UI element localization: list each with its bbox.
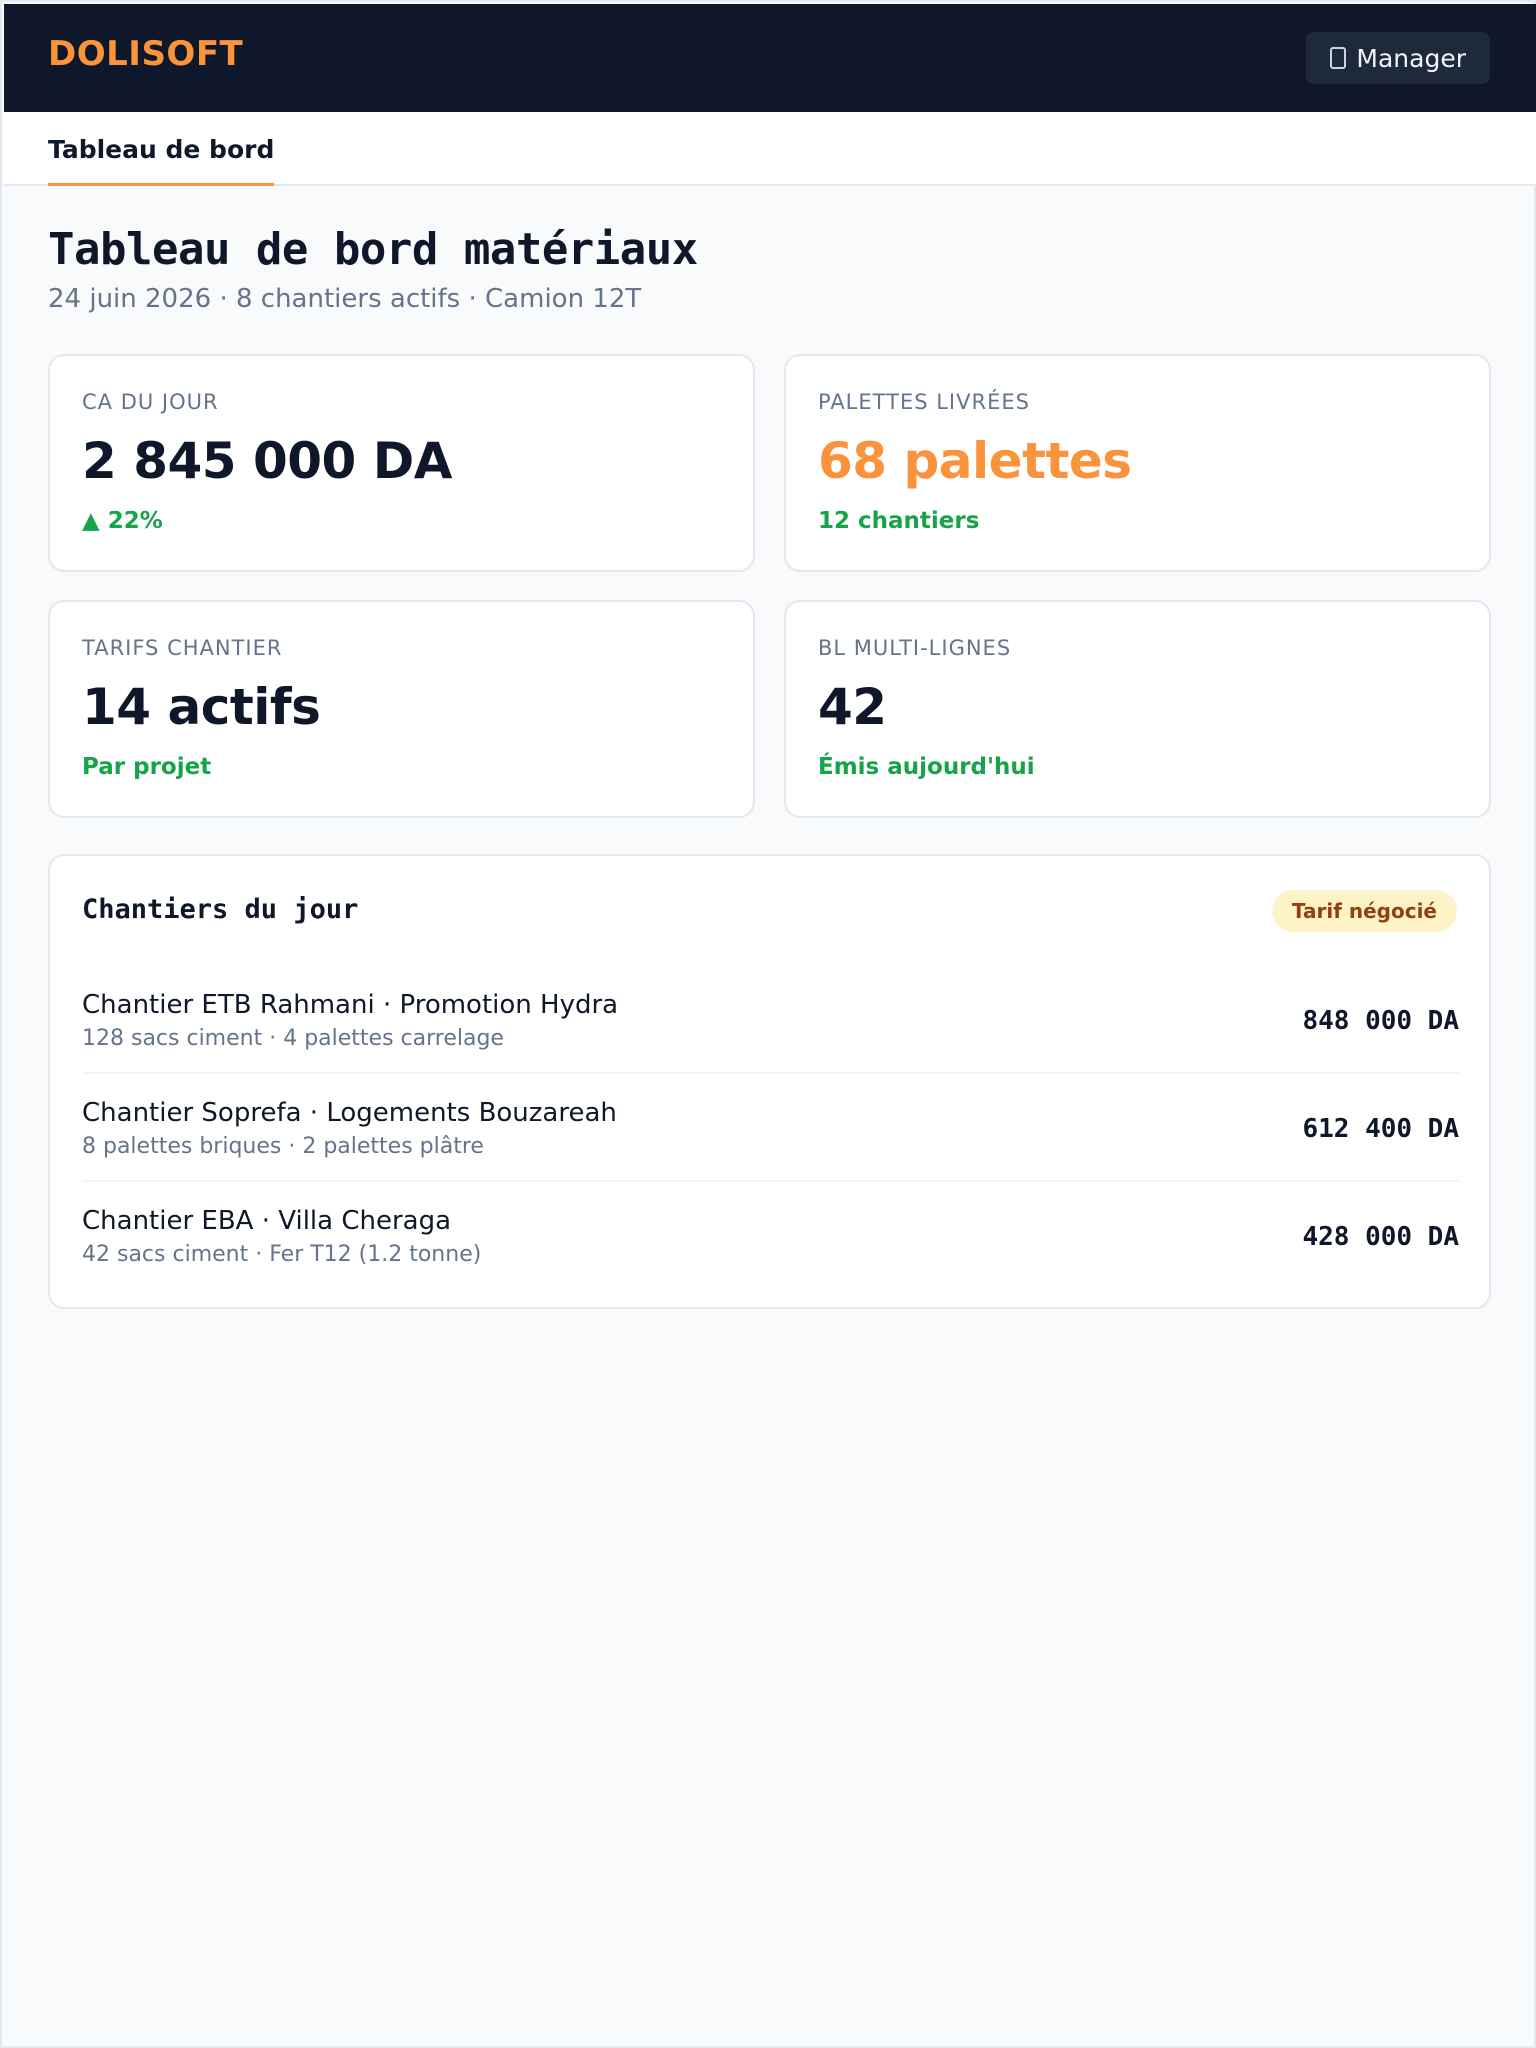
- kpi-card-delivery-notes: BL multi-lignes 42 Émis aujourd'hui: [784, 600, 1491, 818]
- site-title: Chantier EBA · Villa Cheraga: [82, 1206, 452, 1236]
- list-item[interactable]: Chantier EBA · Villa Cheraga 42 sacs cim…: [82, 1182, 1459, 1290]
- site-amount: 612 400 DA: [1302, 1114, 1459, 1144]
- kpi-card-pallets: Palettes livrées 68 palettes 12 chantier…: [784, 354, 1491, 572]
- kpi-note: Émis aujourd'hui: [818, 754, 1035, 780]
- list-item[interactable]: Chantier Soprefa · Logements Bouzareah 8…: [82, 1074, 1459, 1182]
- top-bar: DOLISOFT Manager: [4, 4, 1536, 112]
- panel-title: Chantiers du jour: [82, 894, 359, 925]
- site-detail: 128 sacs ciment · 4 palettes carrelage: [82, 1026, 504, 1051]
- site-title: Chantier Soprefa · Logements Bouzareah: [82, 1098, 617, 1128]
- kpi-value: 2 845 000 DA: [82, 432, 452, 490]
- kpi-value: 68 palettes: [818, 432, 1132, 490]
- site-title: Chantier ETB Rahmani · Promotion Hydra: [82, 990, 619, 1020]
- sites-panel: Chantiers du jour Tarif négocié Chantier…: [48, 854, 1491, 1309]
- user-icon: [1330, 47, 1347, 69]
- tab-bar: Tableau de bord: [4, 112, 1536, 186]
- kpi-label: Palettes livrées: [818, 390, 1030, 414]
- site-detail: 42 sacs ciment · Fer T12 (1.2 tonne): [82, 1242, 482, 1267]
- page-subtitle: 24 juin 2026 · 8 chantiers actifs · Cami…: [48, 284, 642, 314]
- kpi-note: Par projet: [82, 754, 212, 780]
- user-menu-button[interactable]: Manager: [1306, 32, 1490, 84]
- tab-dashboard[interactable]: Tableau de bord: [48, 112, 275, 186]
- list-item[interactable]: Chantier ETB Rahmani · Promotion Hydra 1…: [82, 966, 1459, 1074]
- kpi-label: Tarifs chantier: [82, 636, 283, 660]
- site-amount: 428 000 DA: [1302, 1222, 1459, 1252]
- brand-logo[interactable]: DOLISOFT: [48, 34, 243, 74]
- site-detail: 8 palettes briques · 2 palettes plâtre: [82, 1134, 484, 1159]
- kpi-trend: ▲ 22%: [82, 508, 163, 534]
- kpi-card-site-rates: Tarifs chantier 14 actifs Par projet: [48, 600, 755, 818]
- kpi-value: 14 actifs: [82, 678, 321, 736]
- status-badge: Tarif négocié: [1271, 890, 1457, 932]
- app-frame: DOLISOFT Manager Tableau de bord Tableau…: [0, 0, 1536, 2048]
- kpi-label: BL multi-lignes: [818, 636, 1012, 660]
- kpi-note: 12 chantiers: [818, 508, 980, 534]
- site-amount: 848 000 DA: [1302, 1006, 1459, 1036]
- kpi-card-revenue: CA du jour 2 845 000 DA ▲ 22%: [48, 354, 755, 572]
- page-title: Tableau de bord matériaux: [48, 224, 698, 275]
- kpi-label: CA du jour: [82, 390, 219, 414]
- kpi-value: 42: [818, 678, 887, 736]
- user-label: Manager: [1356, 43, 1466, 73]
